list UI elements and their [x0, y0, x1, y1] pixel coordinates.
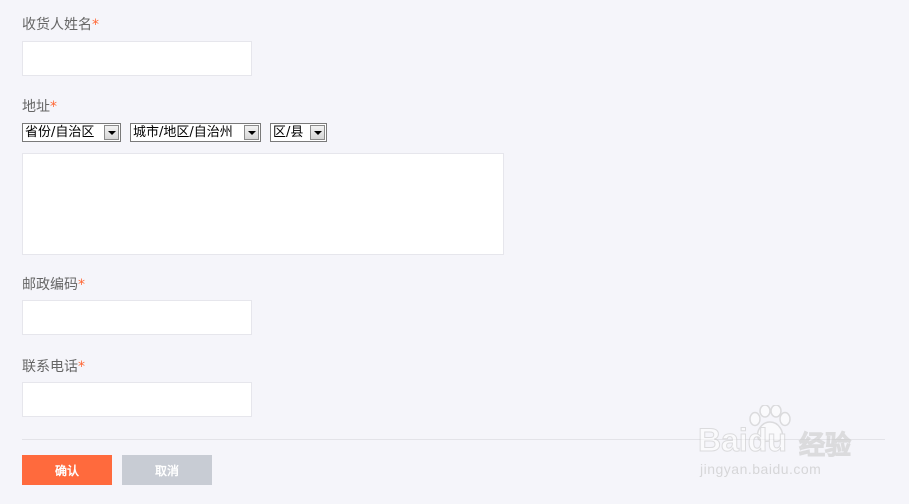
recipient-name-label-text: 收货人姓名	[22, 17, 92, 33]
address-label: 地址*	[22, 98, 57, 116]
province-select-value: 省份/自治区	[25, 125, 95, 140]
shipping-address-form: 收货人姓名* 地址* 省份/自治区 城市/地区/自治州 区/县 邮政编码* 联系…	[0, 0, 909, 504]
watermark-url: jingyan.baidu.com	[700, 461, 822, 477]
phone-input[interactable]	[22, 382, 252, 417]
baidu-jingyan-watermark: Baidu 经验 jingyan.baidu.com	[695, 405, 865, 485]
required-mark: *	[78, 359, 85, 375]
recipient-name-label: 收货人姓名*	[22, 16, 99, 34]
required-mark: *	[92, 17, 99, 33]
district-select[interactable]: 区/县	[270, 123, 327, 142]
address-label-text: 地址	[22, 99, 50, 115]
district-select-value: 区/县	[273, 125, 304, 140]
watermark-product: 经验	[798, 431, 852, 462]
required-mark: *	[78, 277, 85, 293]
form-divider	[22, 439, 885, 440]
postcode-input[interactable]	[22, 300, 252, 335]
phone-label-text: 联系电话	[22, 359, 78, 375]
confirm-button[interactable]: 确认	[22, 455, 112, 485]
city-select-value: 城市/地区/自治州	[133, 125, 233, 140]
phone-label: 联系电话*	[22, 358, 85, 376]
city-select[interactable]: 城市/地区/自治州	[130, 123, 261, 142]
address-detail-textarea[interactable]	[22, 153, 504, 255]
required-mark: *	[50, 99, 57, 115]
chevron-down-icon[interactable]	[244, 125, 259, 140]
cancel-button[interactable]: 取消	[122, 455, 212, 485]
postcode-label: 邮政编码*	[22, 276, 85, 294]
recipient-name-input[interactable]	[22, 41, 252, 76]
province-select[interactable]: 省份/自治区	[22, 123, 121, 142]
chevron-down-icon[interactable]	[310, 125, 325, 140]
postcode-label-text: 邮政编码	[22, 277, 78, 293]
chevron-down-icon[interactable]	[104, 125, 119, 140]
watermark-brand: Baidu	[698, 422, 788, 459]
